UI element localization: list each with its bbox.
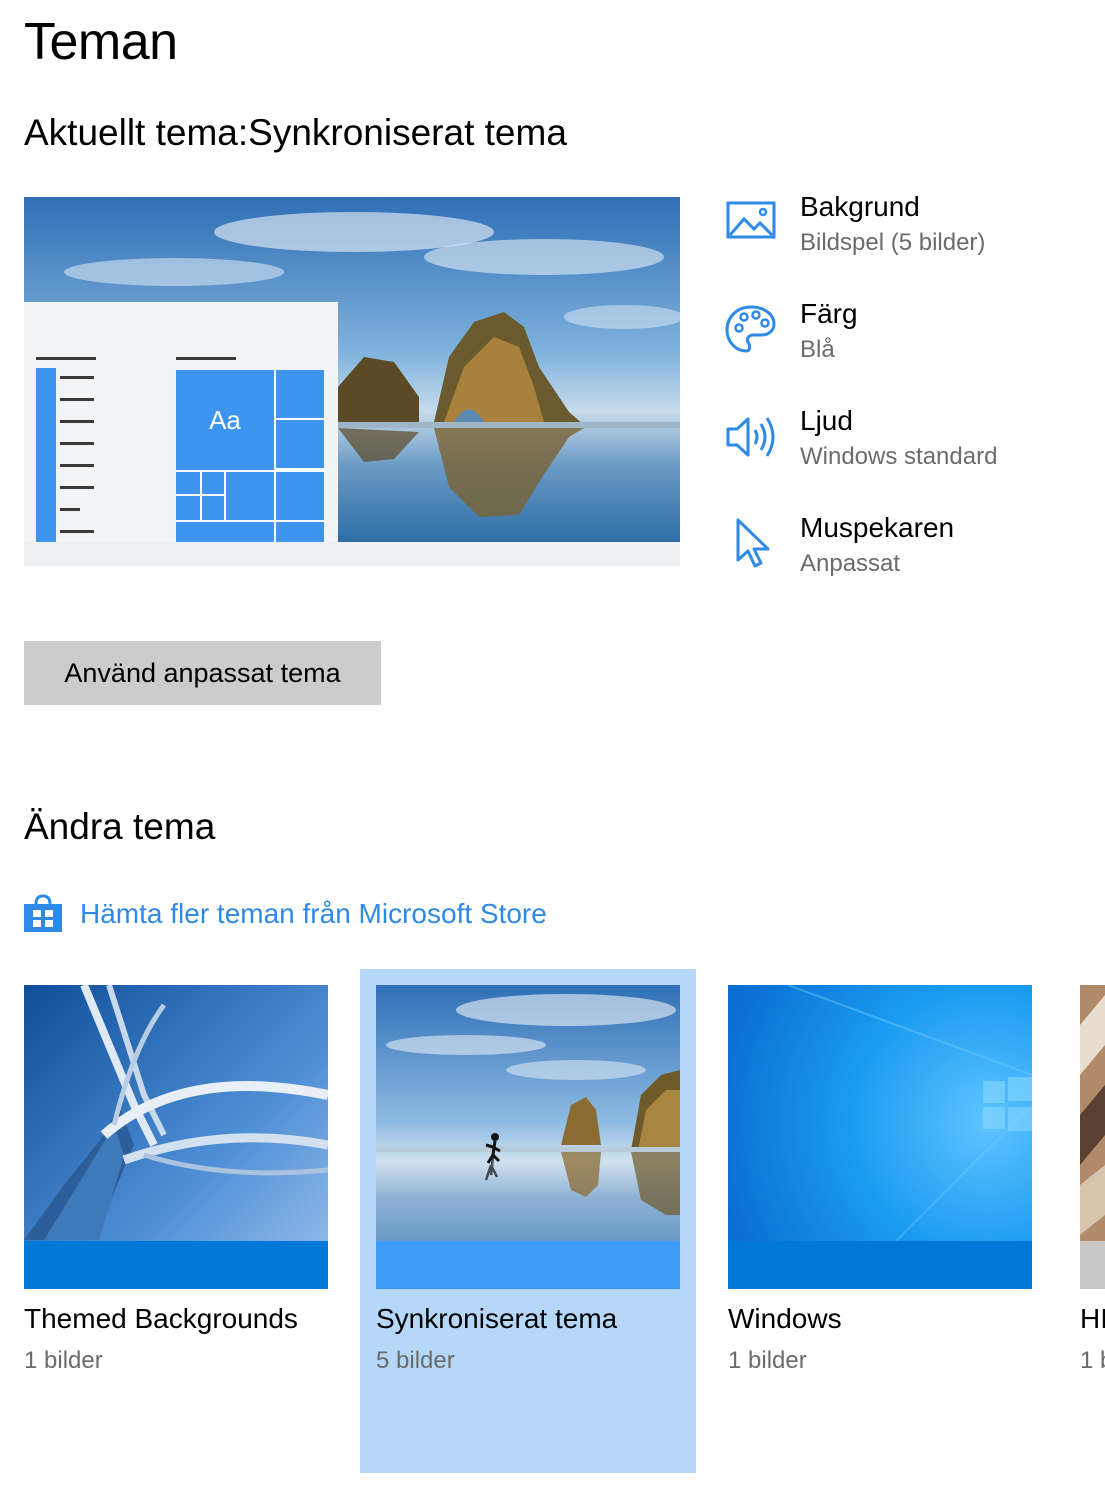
store-link-text: Hämta fler teman från Microsoft Store xyxy=(80,898,547,929)
theme-image-count: 1 bilder xyxy=(24,1347,103,1374)
preview-window: Aa xyxy=(24,302,338,542)
change-theme-heading: Ändra tema xyxy=(24,806,216,847)
theme-card-synkroniserat-tema[interactable]: Synkroniserat tema 5 bilder xyxy=(376,985,680,1385)
theme-accent-strip xyxy=(728,1241,1032,1289)
theme-name: Themed Backgrounds xyxy=(24,1303,298,1334)
theme-image-count: 5 bilder xyxy=(376,1347,455,1374)
preview-list-line xyxy=(60,486,94,489)
preview-list-line xyxy=(60,464,94,467)
theme-name: HI xyxy=(1080,1303,1105,1334)
preview-list-line xyxy=(60,420,94,423)
sound-label: Ljud xyxy=(800,405,853,436)
page-title: Teman xyxy=(24,13,178,71)
sound-value: Windows standard xyxy=(800,443,998,470)
preview-title-line xyxy=(176,357,236,360)
picture-icon xyxy=(726,201,776,239)
preview-start-column xyxy=(36,368,56,542)
theme-name: Synkroniserat tema xyxy=(376,1303,618,1334)
cursor-value: Anpassat xyxy=(800,550,901,577)
preview-list-line xyxy=(60,376,94,379)
preview-list-line xyxy=(60,442,94,445)
cursor-label: Muspekaren xyxy=(800,512,955,543)
current-theme-heading: Aktuellt tema:Synkroniserat tema xyxy=(24,112,567,154)
current-theme-name: Synkroniserat tema xyxy=(248,112,567,153)
current-theme-prefix: Aktuellt tema: xyxy=(24,112,249,153)
apply-custom-theme-button[interactable]: Använd anpassat tema xyxy=(24,641,381,705)
background-value: Bildspel (5 bilder) xyxy=(800,229,986,256)
theme-accent-strip xyxy=(1080,1241,1105,1289)
background-label: Bakgrund xyxy=(800,191,920,222)
microsoft-store-link[interactable]: Hämta fler teman från Microsoft Store xyxy=(24,892,547,936)
preview-tile-label: Aa xyxy=(209,404,241,435)
theme-name: Windows xyxy=(728,1303,842,1334)
preview-title-line xyxy=(36,357,96,360)
preview-list-line xyxy=(60,398,94,401)
theme-image-count: 1 bilder xyxy=(728,1347,807,1374)
sound-setting[interactable]: Ljud Windows standard xyxy=(724,405,1104,481)
theme-accent-strip xyxy=(376,1241,680,1289)
palette-icon xyxy=(725,305,776,353)
preview-taskbar xyxy=(24,542,680,566)
color-label: Färg xyxy=(800,298,858,329)
theme-image-count: 1 b xyxy=(1080,1347,1105,1374)
preview-list-line xyxy=(60,530,94,533)
theme-preview: Aa xyxy=(24,197,680,566)
background-setting[interactable]: Bakgrund Bildspel (5 bilder) xyxy=(724,191,1104,267)
theme-card-themed-backgrounds[interactable]: Themed Backgrounds 1 bilder xyxy=(24,985,328,1385)
store-bag-icon xyxy=(24,894,62,932)
color-value: Blå xyxy=(800,336,835,363)
theme-accent-strip xyxy=(24,1241,328,1289)
cursor-setting[interactable]: Muspekaren Anpassat xyxy=(724,512,1104,588)
color-setting[interactable]: Färg Blå xyxy=(724,298,1104,374)
theme-card-partial[interactable]: HI 1 b xyxy=(1080,985,1105,1385)
theme-card-windows[interactable]: Windows 1 bilder xyxy=(728,985,1032,1385)
speaker-icon xyxy=(726,417,775,457)
cursor-icon xyxy=(736,518,770,568)
preview-list-line xyxy=(60,508,80,511)
